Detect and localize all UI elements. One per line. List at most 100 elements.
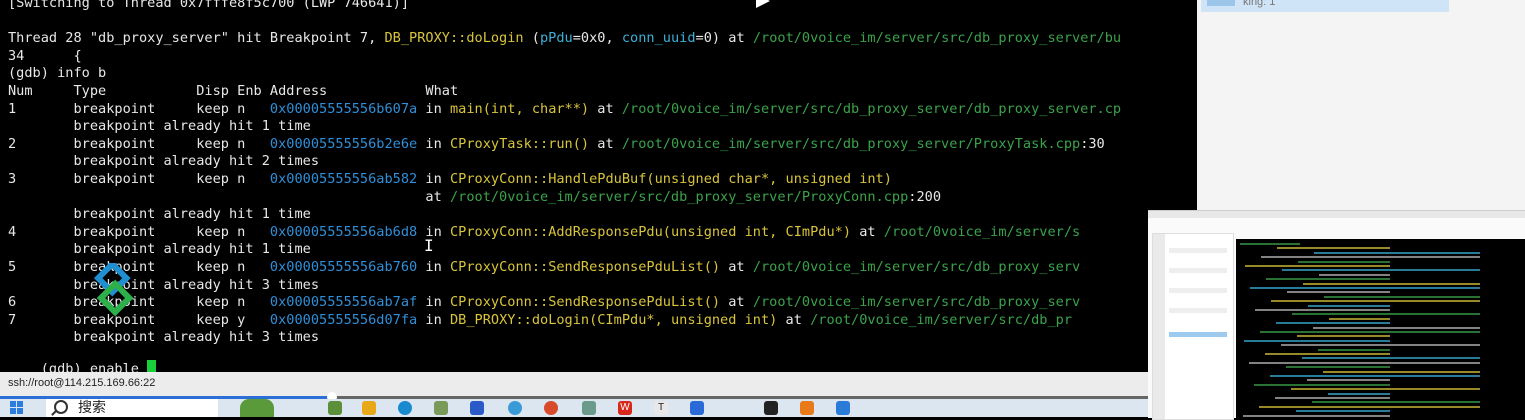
terminal-segment: CProxyConn::SendResponsePduList()	[449, 294, 721, 311]
terminal-segment: Num Type Disp Enb Address What	[8, 83, 459, 99]
terminal-line: 4 breakpoint keep n 0x00005555556ab6d8 i…	[8, 224, 1080, 242]
terminal-segment: 34 {	[8, 47, 82, 64]
pip-terminal-line	[1323, 370, 1480, 373]
terminal-segment: =0x0,	[572, 30, 622, 47]
terminal-segment: 0x00005555556ab582	[269, 171, 418, 187]
app-icon[interactable]	[582, 401, 596, 415]
windows-start-icon[interactable]	[10, 401, 24, 415]
pip-terminal-line	[1250, 287, 1480, 289]
terminal-line: breakpoint already hit 1 time	[8, 118, 311, 136]
pip-terminal-line	[1282, 269, 1480, 272]
terminal-segment: breakpoint already hit 1 time	[8, 118, 311, 135]
app-icon[interactable]	[328, 401, 342, 415]
terminal-segment: Thread 28 "db_proxy_server" hit Breakpoi…	[8, 30, 385, 47]
pip-terminal-line	[1319, 273, 1390, 276]
gdb-prompt-text: (gdb) enable	[40, 360, 148, 372]
pip-terminal-line	[1307, 379, 1390, 382]
app-icon[interactable]	[800, 401, 814, 415]
pip-terminal-line	[1324, 295, 1480, 298]
terminal-segment: CProxyConn::HandlePduBuf(unsigned char*,…	[449, 171, 892, 187]
file-explorer-icon[interactable]	[362, 401, 376, 415]
terminal-segment: 0x00005555556b607a	[269, 100, 418, 117]
terminal-segment: in	[417, 171, 450, 187]
terminal-segment: (gdb) info b	[8, 65, 107, 82]
terminal-line: 34 {	[8, 48, 82, 66]
ssh-status-bar: ssh://root@114.215.169.66:22	[0, 372, 1148, 396]
terminal-line: at /root/0voice_im/server/src/db_proxy_s…	[8, 189, 941, 207]
terminal-segment: =0) at	[695, 30, 753, 47]
terminal-window[interactable]: [Switching to Thread 0x7fffe8f5c700 (LWP…	[0, 0, 1197, 372]
text-cursor	[147, 359, 157, 372]
pip-terminal-line	[1271, 300, 1480, 303]
chat-list-item[interactable]: king: 1	[1201, 0, 1449, 12]
taskbar-search-box[interactable]: 搜索	[46, 399, 218, 417]
pip-terminal-line	[1261, 256, 1480, 259]
pip-terminal-line	[1297, 335, 1390, 338]
terminal-segment: CProxyTask::run()	[449, 135, 590, 152]
picture-in-picture-window[interactable]	[1148, 210, 1525, 420]
terminal-segment: /root/0voice_im/server/src/db_proxy_serv	[752, 294, 1081, 311]
pip-terminal-line	[1303, 282, 1480, 285]
chat-app-panel: king: 1	[1197, 0, 1525, 210]
pip-app-row	[1169, 268, 1227, 273]
terminal-segment: 4 breakpoint keep n	[8, 223, 270, 240]
pip-terminal-line	[1275, 397, 1390, 399]
pip-app-row	[1169, 288, 1227, 293]
pip-terminal-line	[1302, 357, 1480, 360]
pip-terminal-line	[1287, 291, 1390, 294]
gdb-prompt-line[interactable]: (gdb) enable	[8, 342, 157, 372]
app-icon[interactable]	[508, 401, 522, 415]
pip-terminal-line	[1270, 375, 1480, 377]
pip-terminal-line	[1259, 405, 1480, 408]
chat-list-item-text: king: 1	[1243, 0, 1276, 8]
app-icon[interactable]	[690, 401, 704, 415]
app-icon[interactable]	[544, 401, 558, 415]
terminal-line: [Switching to Thread 0x7fffe8f5c700 (LWP…	[8, 0, 409, 13]
terminal-line: Num Type Disp Enb Address What	[8, 83, 458, 101]
terminal-segment: at	[777, 311, 811, 328]
terminal-segment: in	[417, 100, 450, 117]
search-icon	[54, 400, 68, 414]
typora-icon[interactable]: T	[654, 401, 668, 415]
terminal-segment: 3 breakpoint keep n	[8, 171, 270, 187]
wps-icon[interactable]: W	[618, 401, 632, 415]
terminal-segment: at	[589, 100, 622, 117]
terminal-segment: in	[417, 259, 450, 275]
terminal-segment: CProxyConn::AddResponsePdu(unsigned int,…	[449, 223, 852, 240]
terminal-segment: /root/0voice_im/server/src/db_proxy_serv	[752, 259, 1081, 275]
pip-terminal-line	[1265, 353, 1390, 355]
terminal-segment: CProxyConn::SendResponsePduList()	[449, 259, 721, 275]
terminal-segment: breakpoint already hit 2 times	[8, 153, 319, 170]
app-icon[interactable]	[470, 401, 484, 415]
pip-terminal-line	[1328, 392, 1390, 395]
terminal-segment: 0x00005555556d07fa	[269, 311, 418, 328]
watermark-logo	[93, 263, 134, 317]
terminal-segment: DB_PROXY::doLogin(CImPdu*, unsigned int)	[449, 311, 778, 328]
terminal-segment: at	[589, 135, 622, 152]
pip-terminal-line	[1243, 414, 1390, 417]
terminal-icon[interactable]	[764, 401, 778, 415]
terminal-line: 5 breakpoint keep n 0x00005555556ab760 i…	[8, 259, 1080, 277]
pip-chat-app	[1152, 233, 1234, 420]
taskbar: 搜索 W T	[0, 399, 1148, 417]
ssh-address: ssh://root@114.215.169.66:22	[8, 377, 156, 389]
avatar	[1207, 0, 1235, 6]
terminal-segment: pPdu	[540, 30, 573, 47]
terminal-segment: /root/0voice_im/server/src/db_proxy_serv…	[752, 30, 1122, 47]
app-icon[interactable]	[434, 401, 448, 415]
pip-terminal-line	[1254, 383, 1390, 386]
weather-widget-icon[interactable]	[240, 399, 274, 417]
app-icon[interactable]	[836, 401, 850, 415]
terminal-segment: at	[720, 294, 753, 311]
terminal-segment: [Switching to Thread 0x7fffe8f5c700 (LWP…	[8, 0, 410, 11]
play-icon[interactable]	[756, 0, 770, 8]
terminal-line: breakpoint already hit 1 time	[8, 206, 310, 224]
terminal-segment: in	[417, 135, 450, 152]
pip-terminal-line	[1318, 348, 1390, 351]
terminal-segment: 2 breakpoint keep n	[8, 135, 270, 152]
terminal-segment: /root/0voice_im/server/s	[883, 223, 1081, 240]
terminal-line: breakpoint already hit 1 time	[8, 241, 310, 259]
terminal-line: (gdb) info b	[8, 65, 106, 83]
pip-terminal-line	[1255, 309, 1390, 311]
edge-icon[interactable]	[398, 401, 412, 415]
